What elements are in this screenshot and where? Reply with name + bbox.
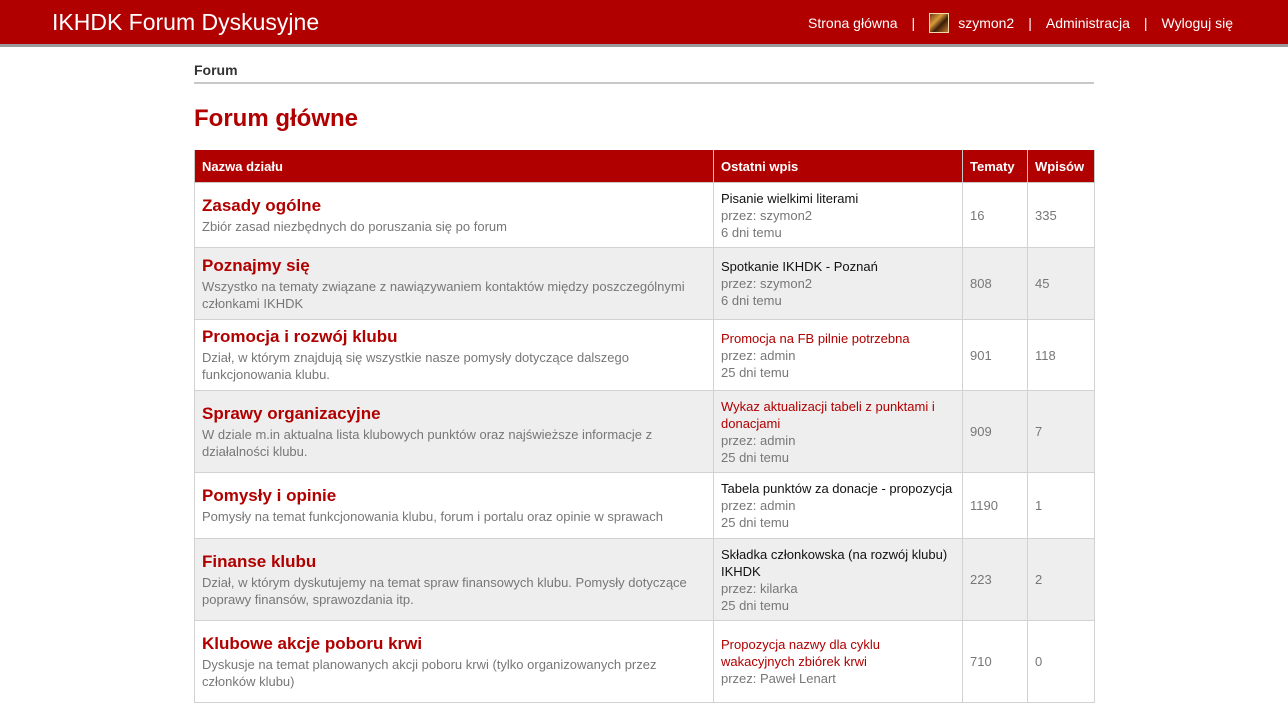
topics-count: 909 (962, 390, 1028, 473)
section-cell: Promocja i rozwój klubu Dział, w którym … (194, 319, 714, 391)
last-post-time: 25 dni temu (721, 449, 789, 465)
section-link[interactable]: Finanse klubu (202, 552, 706, 572)
main-content: Forum Forum główne Nazwa działu Ostatni … (194, 62, 1095, 703)
posts-count: 45 (1027, 247, 1095, 320)
last-post-time: 25 dni temu (721, 364, 789, 380)
section-cell: Poznajmy się Wszystko na tematy związane… (194, 247, 714, 320)
nav-separator: | (911, 15, 916, 31)
last-post-cell: Pisanie wielkimi literami przez: szymon2… (713, 182, 963, 248)
last-post-cell: Propozycja nazwy dla cyklu wakacyjnych z… (713, 620, 963, 703)
last-post-link[interactable]: Pisanie wielkimi literami (721, 190, 955, 207)
last-post-time: 25 dni temu (721, 597, 789, 613)
section-link[interactable]: Sprawy organizacyjne (202, 404, 706, 424)
last-post-cell: Wykaz aktualizacji tabeli z punktami i d… (713, 390, 963, 473)
last-post-time: 6 dni temu (721, 224, 782, 240)
topics-count: 901 (962, 319, 1028, 391)
section-cell: Finanse klubu Dział, w którym dyskutujem… (194, 538, 714, 621)
table-row: Poznajmy się Wszystko na tematy związane… (194, 247, 1095, 320)
table-row: Sprawy organizacyjne W dziale m.in aktua… (194, 390, 1095, 473)
posts-count: 0 (1027, 620, 1095, 703)
section-description: Pomysły na temat funkcjonowania klubu, f… (202, 509, 664, 524)
topics-count: 710 (962, 620, 1028, 703)
last-post-author: przez: admin (721, 432, 796, 448)
column-header-last-post: Ostatni wpis (713, 150, 963, 183)
section-description: Dział, w którym dyskutujemy na temat spr… (202, 574, 687, 607)
user-profile-link[interactable]: szymon2 (929, 13, 1014, 33)
section-cell: Sprawy organizacyjne W dziale m.in aktua… (194, 390, 714, 473)
topics-count: 16 (962, 182, 1028, 248)
last-post-author: przez: szymon2 (721, 276, 813, 291)
last-post-cell: Spotkanie IKHDK - Poznań przez: szymon2 … (713, 247, 963, 320)
last-post-link[interactable]: Tabela punktów za donacje - propozycja (721, 480, 955, 497)
table-header-row: Nazwa działu Ostatni wpis Tematy Wpisów (194, 150, 1095, 183)
breadcrumb[interactable]: Forum (194, 62, 1094, 84)
last-post-link[interactable]: Składka członkowska (na rozwój klubu) IK… (721, 546, 955, 580)
section-cell: Pomysły i opinie Pomysły na temat funkcj… (194, 472, 714, 539)
avatar[interactable] (929, 13, 950, 33)
posts-count: 7 (1027, 390, 1095, 473)
section-cell: Klubowe akcje poboru krwi Dyskusje na te… (194, 620, 714, 703)
table-row: Zasady ogólne Zbiór zasad niezbędnych do… (194, 182, 1095, 248)
last-post-link[interactable]: Wykaz aktualizacji tabeli z punktami i d… (721, 398, 955, 432)
table-row: Klubowe akcje poboru krwi Dyskusje na te… (194, 620, 1095, 703)
last-post-link[interactable]: Propozycja nazwy dla cyklu wakacyjnych z… (721, 636, 955, 670)
page-title: Forum główne (194, 105, 358, 132)
column-header-posts: Wpisów (1027, 150, 1095, 183)
last-post-author: przez: szymon2 (721, 207, 813, 223)
section-link[interactable]: Klubowe akcje poboru krwi (202, 634, 706, 654)
section-description: Dyskusje na temat planowanych akcji pobo… (202, 656, 657, 689)
section-link[interactable]: Pomysły i opinie (202, 486, 706, 506)
column-header-topics: Tematy (962, 150, 1028, 183)
posts-count: 335 (1027, 182, 1095, 248)
posts-count: 2 (1027, 538, 1095, 621)
section-link[interactable]: Poznajmy się (202, 256, 706, 276)
last-post-time: 6 dni temu (721, 293, 782, 308)
topics-count: 223 (962, 538, 1028, 621)
last-post-cell: Tabela punktów za donacje - propozycja p… (713, 472, 963, 539)
last-post-author: przez: admin (721, 347, 796, 363)
last-post-author: przez: admin (721, 498, 796, 513)
last-post-author: przez: kilarka (721, 580, 798, 596)
section-link[interactable]: Promocja i rozwój klubu (202, 327, 706, 347)
topics-count: 808 (962, 247, 1028, 320)
last-post-link[interactable]: Spotkanie IKHDK - Poznań (721, 258, 955, 275)
logout-link[interactable]: Wyloguj się (1162, 15, 1233, 31)
home-link[interactable]: Strona główna (808, 15, 898, 31)
last-post-cell: Promocja na FB pilnie potrzebna przez: a… (713, 319, 963, 391)
section-description: W dziale m.in aktualna lista klubowych p… (202, 426, 653, 459)
posts-count: 1 (1027, 472, 1095, 539)
section-description: Wszystko na tematy związane z nawiązywan… (202, 278, 685, 311)
table-row: Pomysły i opinie Pomysły na temat funkcj… (194, 472, 1095, 539)
table-row: Finanse klubu Dział, w którym dyskutujem… (194, 538, 1095, 621)
nav-separator: | (1143, 15, 1148, 31)
top-bar: IKHDK Forum Dyskusyjne Strona główna | s… (0, 0, 1288, 47)
section-cell: Zasady ogólne Zbiór zasad niezbędnych do… (194, 182, 714, 248)
top-nav: Strona główna | szymon2 | Administracja … (808, 12, 1233, 34)
nav-separator: | (1028, 15, 1032, 31)
topics-count: 1190 (962, 472, 1028, 539)
table-row: Promocja i rozwój klubu Dział, w którym … (194, 319, 1095, 391)
site-title[interactable]: IKHDK Forum Dyskusyjne (52, 9, 319, 36)
admin-link[interactable]: Administracja (1046, 15, 1130, 31)
last-post-time: 25 dni temu (721, 515, 789, 530)
posts-count: 118 (1027, 319, 1095, 391)
section-link[interactable]: Zasady ogólne (202, 196, 706, 216)
last-post-link[interactable]: Promocja na FB pilnie potrzebna (721, 330, 955, 347)
section-description: Zbiór zasad niezbędnych do poruszania si… (202, 218, 507, 234)
forum-sections-table: Nazwa działu Ostatni wpis Tematy Wpisów … (194, 150, 1095, 703)
username[interactable]: szymon2 (958, 15, 1014, 31)
section-description: Dział, w którym znajdują się wszystkie n… (202, 350, 630, 382)
last-post-cell: Składka członkowska (na rozwój klubu) IK… (713, 538, 963, 621)
column-header-name: Nazwa działu (194, 150, 714, 183)
